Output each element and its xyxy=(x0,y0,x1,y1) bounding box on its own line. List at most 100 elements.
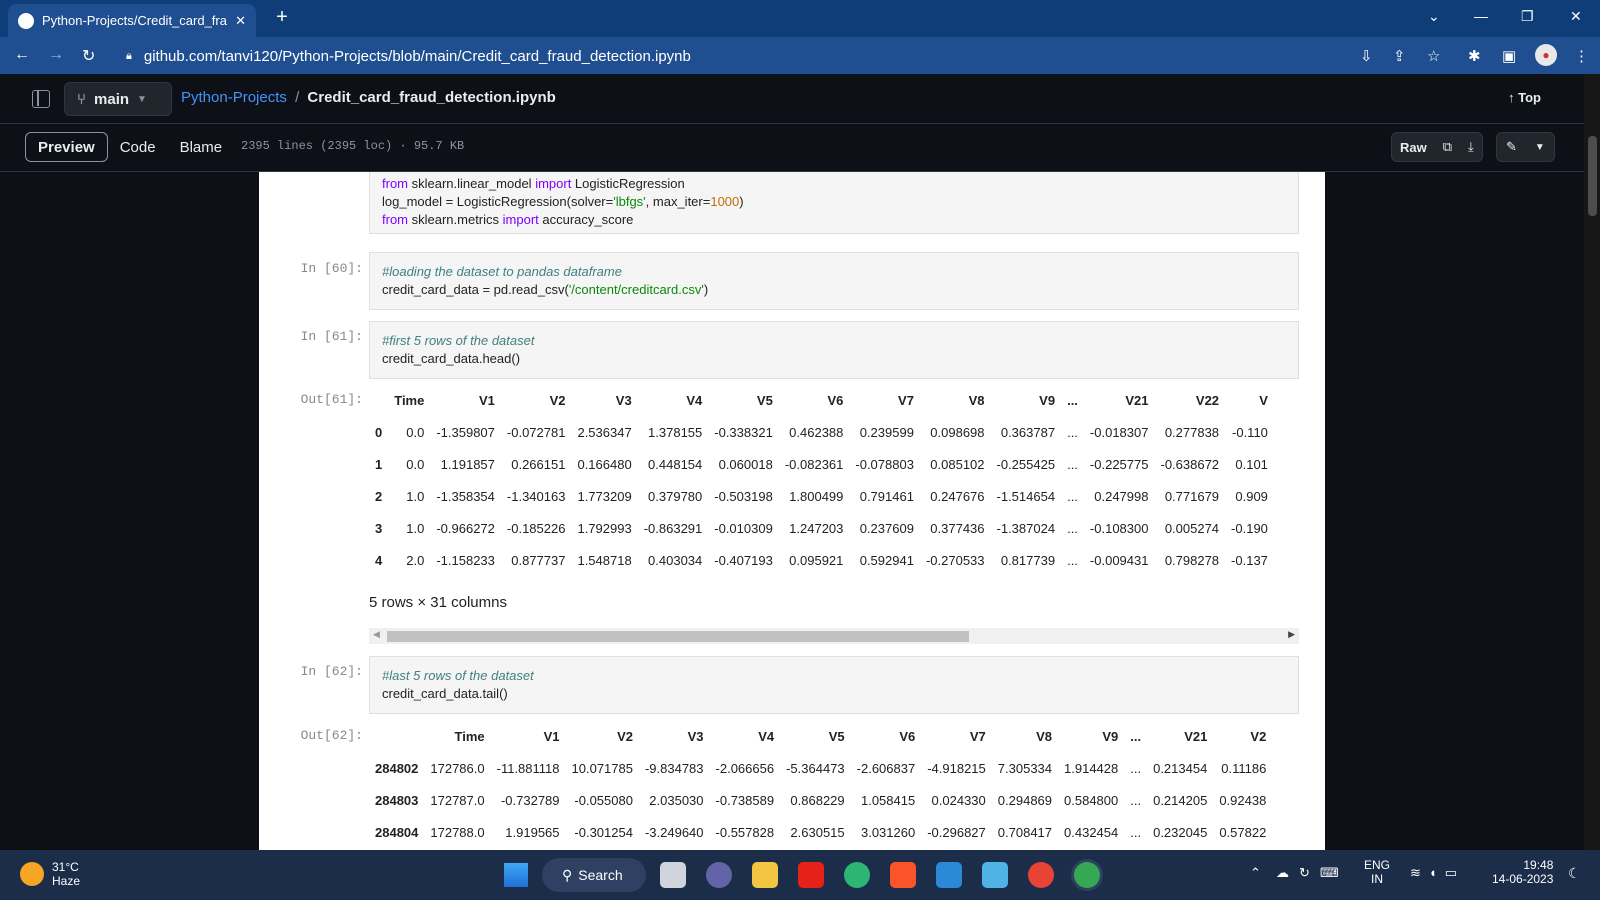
table-cell: ... xyxy=(1067,424,1078,440)
code-text: , max_iter= xyxy=(645,194,711,209)
chrome-icon[interactable] xyxy=(1028,862,1054,888)
branch-selector[interactable]: ⑂ main ▼ xyxy=(64,82,172,116)
page-scrollbar[interactable] xyxy=(1584,74,1600,850)
horizontal-scrollbar[interactable]: ◀ ▶ xyxy=(369,628,1299,644)
language-indicator[interactable]: ENG IN xyxy=(1364,858,1390,886)
row-index: 1 xyxy=(375,456,383,472)
forward-icon[interactable]: → xyxy=(48,46,64,64)
windows-start-icon[interactable] xyxy=(504,863,528,887)
profile-avatar[interactable]: ● xyxy=(1535,44,1557,66)
bookmark-star-icon[interactable]: ☆ xyxy=(1427,47,1440,65)
table-cell: 0.57822 xyxy=(1219,824,1267,840)
code-text: ) xyxy=(739,194,744,209)
edge-icon[interactable] xyxy=(844,862,870,888)
table-cell: 0.0 xyxy=(406,456,425,472)
dataframe-shape: 5 rows × 31 columns xyxy=(369,594,507,611)
weather-widget[interactable]: 31°C Haze xyxy=(20,860,80,888)
maximize-button[interactable]: ❐ xyxy=(1521,8,1534,25)
tab-blame[interactable]: Blame xyxy=(168,132,235,162)
back-icon[interactable]: ← xyxy=(14,46,30,64)
column-header: V6 xyxy=(827,392,844,408)
network-volume-battery-icons[interactable]: ≋◖▭ xyxy=(1410,865,1465,881)
table-cell: -0.270533 xyxy=(925,552,985,568)
table-row: 284803 172787.0 -0.732789 -0.055080 2.035030… xyxy=(369,784,1272,816)
new-tab-button[interactable]: + xyxy=(270,6,294,29)
column-header: ... xyxy=(1067,392,1078,408)
tab-code[interactable]: Code xyxy=(108,132,168,162)
tray-chevron-icon[interactable]: ⌃ xyxy=(1250,865,1261,881)
column-header: ... xyxy=(1130,728,1142,744)
table-cell: 172786.0 xyxy=(430,760,485,776)
column-header: V22 xyxy=(1195,392,1220,408)
top-button[interactable]: ↑ Top xyxy=(1508,90,1541,105)
side-panel-icon[interactable]: ▣ xyxy=(1502,47,1516,65)
youtube-icon[interactable] xyxy=(798,862,824,888)
keyword: from xyxy=(382,212,408,227)
task-view-icon[interactable] xyxy=(660,862,686,888)
page-scrollbar-thumb[interactable] xyxy=(1588,136,1597,216)
table-cell: 1.919565 xyxy=(505,824,560,840)
edit-dropdown-icon[interactable]: ▼ xyxy=(1526,133,1554,161)
raw-button[interactable]: Raw xyxy=(1392,133,1435,161)
browser-tab[interactable]: Python-Projects/Credit_card_frau ✕ xyxy=(8,4,256,37)
table-cell: ... xyxy=(1067,456,1078,472)
clock-date: 14-06-2023 xyxy=(1492,872,1554,886)
table-cell: -0.190 xyxy=(1231,520,1268,536)
table-cell: -0.557828 xyxy=(715,824,775,840)
table-row: 0 0.0 -1.359807 -0.072781 2.536347 1.378155 -0… xyxy=(369,416,1274,448)
tab-search-icon[interactable]: ⌄ xyxy=(1428,8,1440,25)
taskbar-search[interactable]: ⚲ Search xyxy=(542,858,646,892)
address-bar[interactable]: 🔒︎ github.com/tanvi120/Python-Projects/b… xyxy=(116,42,1326,70)
clock[interactable]: 19:48 14-06-2023 xyxy=(1492,858,1553,886)
copy-icon[interactable]: ⧉ xyxy=(1435,133,1460,161)
code-cell-62: #last 5 rows of the dataset credit_card_… xyxy=(369,656,1299,714)
table-cell: 1.914428 xyxy=(1064,760,1119,776)
install-icon[interactable]: ⇩ xyxy=(1360,47,1373,65)
table-cell: 1.191857 xyxy=(440,456,495,472)
chrome-active-icon[interactable] xyxy=(1074,862,1100,888)
table-cell: 2.630515 xyxy=(790,824,845,840)
sidebar-toggle-icon[interactable] xyxy=(32,90,50,108)
repo-link[interactable]: Python-Projects xyxy=(181,89,287,106)
pencil-icon[interactable]: ✎ xyxy=(1497,133,1526,161)
column-header: V21 xyxy=(1184,728,1208,744)
table-cell: -0.732789 xyxy=(500,792,560,808)
notifications-icon[interactable]: ☾ xyxy=(1568,865,1581,882)
browser-menu-icon[interactable]: ⋮ xyxy=(1574,47,1589,65)
close-tab-icon[interactable]: ✕ xyxy=(235,13,246,29)
photos-icon[interactable] xyxy=(982,862,1008,888)
table-cell: 0.92438 xyxy=(1219,792,1267,808)
vscode-icon[interactable] xyxy=(936,862,962,888)
table-cell: -5.364473 xyxy=(786,760,845,776)
table-row: 1 0.0 1.191857 0.266151 0.166480 0.448154 0.06… xyxy=(369,448,1274,480)
scrollbar-thumb[interactable] xyxy=(387,631,969,642)
file-explorer-icon[interactable] xyxy=(752,862,778,888)
table-cell: 0.11186 xyxy=(1221,760,1267,776)
table-cell: 0.247676 xyxy=(930,488,985,504)
table-cell: 0.060018 xyxy=(718,456,773,472)
share-icon[interactable]: ⇪ xyxy=(1393,47,1406,65)
reload-icon[interactable]: ↻ xyxy=(82,46,95,66)
column-header: V7 xyxy=(969,728,986,744)
table-cell: ... xyxy=(1067,520,1078,536)
breadcrumb-separator: / xyxy=(295,89,300,106)
scroll-right-icon[interactable]: ▶ xyxy=(1288,629,1295,640)
row-index: 3 xyxy=(375,520,383,536)
table-cell: 1.378155 xyxy=(648,424,703,440)
chevron-down-icon: ▼ xyxy=(137,93,147,105)
scroll-left-icon[interactable]: ◀ xyxy=(373,629,380,640)
close-window-button[interactable]: ✕ xyxy=(1570,8,1582,25)
brave-icon[interactable] xyxy=(890,862,916,888)
download-icon[interactable]: ⤓ xyxy=(1460,133,1482,161)
minimize-button[interactable]: — xyxy=(1474,8,1488,24)
extensions-icon[interactable]: ✱ xyxy=(1468,47,1481,65)
code-text: ) xyxy=(703,282,709,297)
clock-time: 19:48 xyxy=(1523,858,1554,872)
table-cell: -0.055080 xyxy=(574,792,633,808)
column-header: V9 xyxy=(1039,392,1056,408)
tray-icons[interactable]: ☁↻⌨ xyxy=(1276,865,1349,881)
teams-icon[interactable] xyxy=(706,862,732,888)
table-cell: 172788.0 xyxy=(430,824,485,840)
tab-preview[interactable]: Preview xyxy=(25,132,108,162)
table-cell: -1.387024 xyxy=(996,520,1056,536)
